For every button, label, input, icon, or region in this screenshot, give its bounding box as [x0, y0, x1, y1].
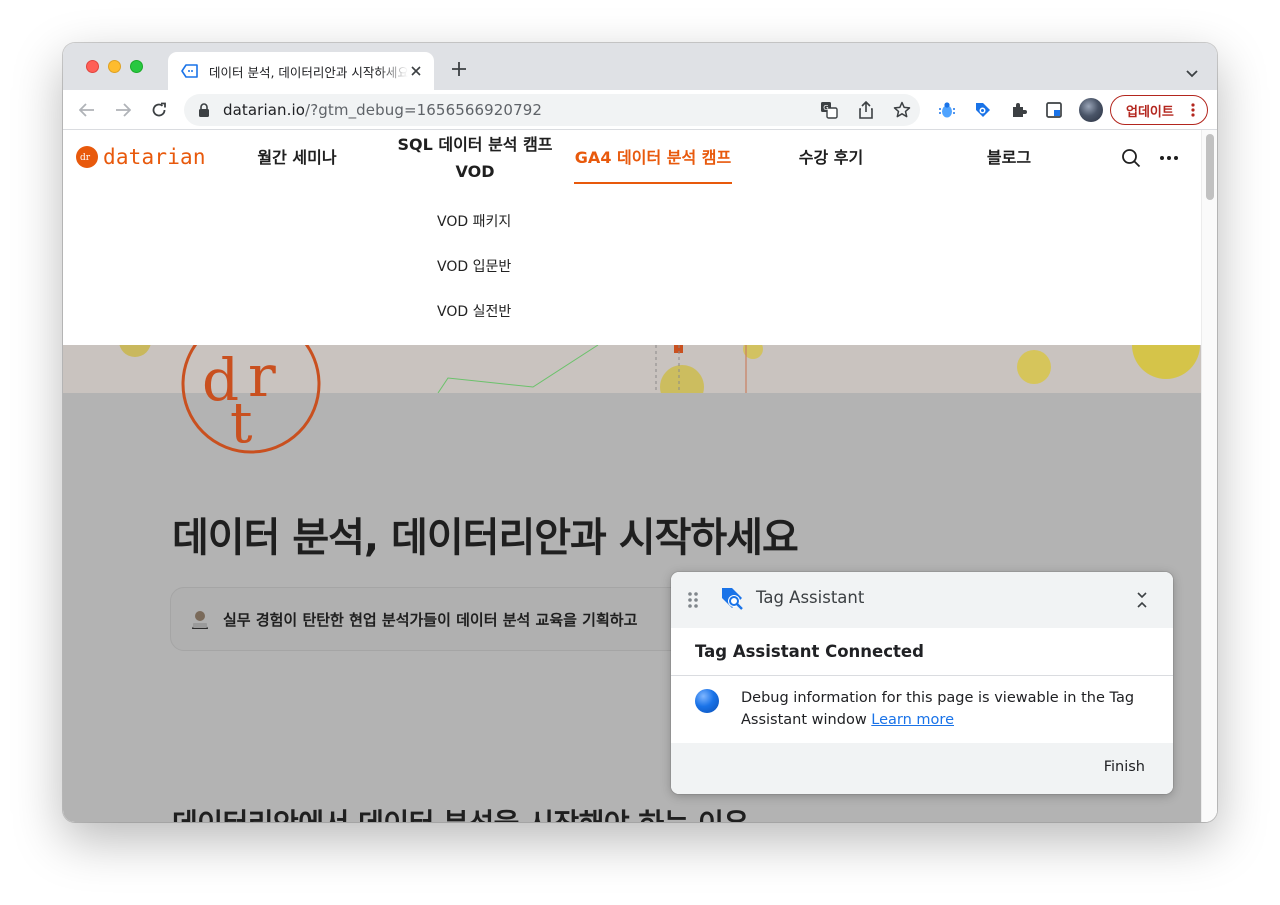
side-panel-icon[interactable] — [1044, 100, 1064, 120]
section-headline: 데이터리안에서 데이터 분석을 시작해야 하는 이유 — [172, 802, 749, 822]
site-header: dr datarian 월간 세미나 SQL 데이터 분석 캠프 VOD GA4… — [63, 130, 1201, 345]
pill-text: 실무 경험이 탄탄한 현업 분석가들이 데이터 분석 교육을 기획하고 — [223, 610, 638, 629]
nav-sql-camp-line2: VOD — [455, 162, 495, 181]
tab-strip: 데이터 분석, 데이터리안과 시작하세요 — [63, 43, 1217, 90]
browser-tab-active[interactable]: 데이터 분석, 데이터리안과 시작하세요 — [168, 52, 434, 90]
address-bar[interactable]: datarian.io/?gtm_debug=1656566920792 G — [184, 94, 920, 126]
tab-title: 데이터 분석, 데이터리안과 시작하세요 — [209, 64, 408, 80]
bookmark-star-icon[interactable] — [893, 101, 911, 119]
nav-sql-camp-vod[interactable]: SQL 데이터 분석 캠프 VOD — [385, 131, 565, 185]
share-icon[interactable] — [857, 101, 875, 119]
bug-extension-icon[interactable] — [937, 100, 957, 120]
update-button[interactable]: 업데이트 — [1110, 95, 1208, 125]
maximize-window-button[interactable] — [130, 60, 143, 73]
status-dot-icon — [695, 689, 719, 713]
datarian-big-logo-icon: d r t — [181, 342, 321, 454]
connection-status: Tag Assistant Connected — [695, 642, 924, 661]
hero-highlight-pill: 실무 경험이 탄탄한 현업 분석가들이 데이터 분석 교육을 기획하고 — [170, 587, 730, 651]
nav-reviews[interactable]: 수강 후기 — [790, 144, 872, 171]
nav-monthly-seminar[interactable]: 월간 세미나 — [255, 144, 339, 171]
drag-handle-icon[interactable] — [687, 591, 699, 609]
new-tab-icon[interactable] — [449, 59, 469, 79]
svg-text:t: t — [230, 391, 253, 454]
forward-arrow-icon[interactable] — [112, 99, 134, 121]
learn-more-link[interactable]: Learn more — [871, 712, 954, 728]
finish-button[interactable]: Finish — [1104, 759, 1145, 775]
close-window-button[interactable] — [86, 60, 99, 73]
tab-search-chevron-icon[interactable] — [1185, 63, 1199, 78]
kebab-menu-icon — [1191, 103, 1195, 117]
tag-favicon-icon — [181, 63, 199, 79]
minimize-window-button[interactable] — [108, 60, 121, 73]
collapse-chevrons-icon[interactable] — [1135, 590, 1149, 610]
tag-assistant-title: Tag Assistant — [756, 588, 865, 607]
tag-assistant-panel: Tag Assistant Tag Assistant Connected De… — [671, 572, 1173, 794]
datarian-logo-icon: dr — [76, 146, 98, 168]
technologist-emoji-icon — [192, 611, 208, 629]
url-path: /?gtm_debug=1656566920792 — [305, 101, 543, 119]
back-arrow-icon[interactable] — [76, 99, 98, 121]
search-icon[interactable] — [1120, 147, 1142, 169]
extensions-puzzle-icon[interactable] — [1009, 100, 1029, 120]
logo-text: datarian — [103, 145, 206, 169]
svg-text:G: G — [823, 104, 828, 112]
panel-divider — [671, 675, 1173, 676]
debug-message: Debug information for this page is viewa… — [741, 687, 1151, 731]
nav-blog[interactable]: 블로그 — [981, 144, 1037, 171]
reload-icon[interactable] — [148, 99, 170, 121]
site-logo[interactable]: dr datarian — [76, 144, 206, 170]
url-host: datarian.io — [223, 101, 306, 119]
tag-assistant-header: Tag Assistant — [671, 572, 1173, 628]
browser-toolbar: datarian.io/?gtm_debug=1656566920792 G 업… — [63, 90, 1217, 130]
url-text: datarian.io/?gtm_debug=1656566920792 — [223, 101, 542, 119]
more-horizontal-icon[interactable] — [1158, 147, 1180, 169]
browser-window: 데이터 분석, 데이터리안과 시작하세요 datarian.io/?gtm_de… — [63, 43, 1217, 822]
translate-icon[interactable]: G — [820, 101, 838, 119]
tag-assistant-extension-icon[interactable] — [973, 100, 993, 120]
nav-ga4-camp[interactable]: GA4 데이터 분석 캠프 — [574, 144, 732, 171]
submenu-vod-beginner[interactable]: VOD 입문반 — [437, 256, 511, 276]
tag-assistant-footer: Finish — [671, 743, 1173, 794]
svg-text:dr: dr — [80, 153, 91, 163]
update-label: 업데이트 — [1126, 104, 1174, 120]
nav-sql-camp-line1: SQL 데이터 분석 캠프 — [397, 135, 553, 154]
hero-headline: 데이터 분석, 데이터리안과 시작하세요 — [172, 515, 799, 561]
page-scrollbar[interactable] — [1201, 130, 1217, 822]
submenu-vod-package[interactable]: VOD 패키지 — [437, 211, 511, 231]
tag-assistant-logo-icon — [722, 588, 743, 610]
profile-avatar[interactable] — [1079, 98, 1103, 122]
scrollbar-thumb[interactable] — [1206, 134, 1214, 200]
nav-active-underline — [574, 182, 732, 184]
submenu-vod-advanced[interactable]: VOD 실전반 — [437, 301, 511, 321]
close-tab-icon[interactable] — [408, 63, 424, 79]
lock-icon — [199, 103, 209, 117]
